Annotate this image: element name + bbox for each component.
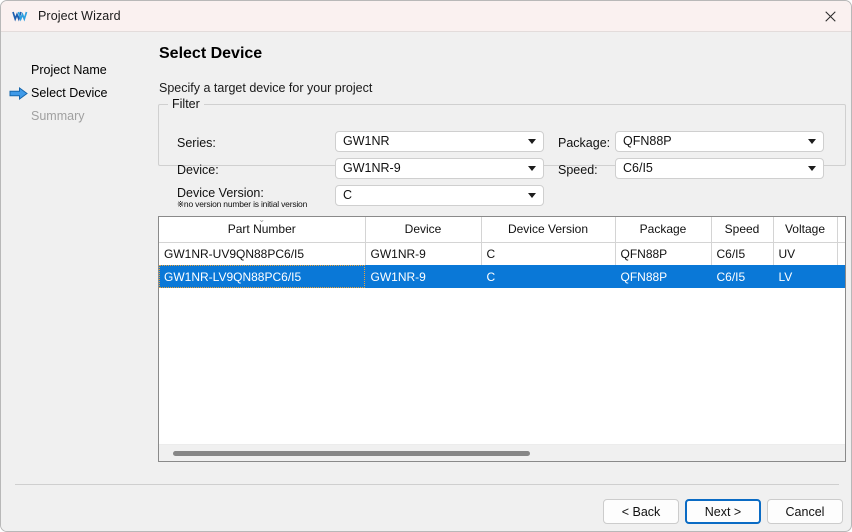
device-table[interactable]: ⌄ Part Number Device Device Version Pack… [158, 216, 846, 462]
column-header-package[interactable]: Package [615, 217, 712, 243]
chevron-down-icon [801, 158, 823, 179]
sidebar-item-select-device[interactable]: Select Device [31, 84, 107, 103]
sidebar-item-label: Select Device [31, 86, 108, 100]
series-value: GW1NR [343, 134, 390, 148]
wizard-steps-sidebar: Project Name Select Device Summary [1, 32, 151, 531]
package-value: QFN88P [623, 134, 672, 148]
column-header-device[interactable]: Device [365, 217, 482, 243]
series-combobox[interactable]: GW1NR [335, 131, 544, 152]
cell-speed[interactable]: C6/I5 [711, 265, 774, 288]
cancel-button-label: Cancel [785, 504, 825, 519]
sidebar-item-label: Project Name [31, 63, 107, 77]
column-header-label: Speed [724, 222, 760, 237]
table-header-row: ⌄ Part Number Device Device Version Pack… [159, 216, 845, 243]
column-header-speed[interactable]: Speed [711, 217, 774, 243]
cell-device[interactable]: GW1NR-9 [365, 265, 482, 288]
chevron-down-icon [521, 185, 543, 206]
device-value: GW1NR-9 [343, 161, 401, 175]
back-button[interactable]: < Back [603, 499, 679, 524]
device-label: Device: [177, 163, 219, 177]
column-header-device-version[interactable]: Device Version [481, 217, 616, 243]
arrow-right-icon [9, 87, 28, 100]
next-button-label: Next > [704, 504, 742, 519]
device-version-value: C [343, 188, 353, 202]
series-label: Series: [177, 136, 216, 150]
cell-voltage[interactable]: UV [773, 242, 838, 265]
gowin-logo-icon [11, 7, 29, 25]
table-empty-area [159, 290, 845, 445]
column-header-label: Device [404, 222, 442, 237]
column-header-label: Package [639, 222, 687, 237]
content-pane: Select Device Specify a target device fo… [151, 32, 851, 531]
cell-blank[interactable] [837, 265, 845, 288]
close-icon[interactable] [807, 1, 851, 31]
cell-blank[interactable] [837, 242, 845, 265]
column-header-label: Voltage [784, 222, 826, 237]
table-row[interactable]: GW1NR-UV9QN88PC6/I5 GW1NR-9 C QFN88P C6/… [159, 242, 845, 265]
cell-voltage[interactable]: LV [773, 265, 838, 288]
next-button[interactable]: Next > [685, 499, 761, 524]
chevron-down-icon [801, 131, 823, 152]
filter-group-legend: Filter [168, 97, 204, 111]
sidebar-item-label: Summary [31, 109, 85, 123]
cell-device-version[interactable]: C [481, 265, 616, 288]
project-wizard-window: Project Wizard Project Name Select Devic… [0, 0, 852, 532]
cell-part-number[interactable]: GW1NR-UV9QN88PC6/I5 [159, 242, 366, 265]
sidebar-item-summary: Summary [31, 107, 84, 126]
cancel-button[interactable]: Cancel [767, 499, 843, 524]
column-header-part-number[interactable]: ⌄ Part Number [159, 216, 366, 243]
chevron-down-icon [521, 131, 543, 152]
device-version-combobox[interactable]: C [335, 185, 544, 206]
page-title: Select Device [159, 45, 263, 62]
cell-package[interactable]: QFN88P [615, 242, 712, 265]
chevron-down-icon [521, 158, 543, 179]
title-bar: Project Wizard [1, 1, 851, 32]
cell-device[interactable]: GW1NR-9 [365, 242, 482, 265]
table-horizontal-scrollbar[interactable] [159, 444, 845, 461]
device-combobox[interactable]: GW1NR-9 [335, 158, 544, 179]
device-version-note: ※no version number is initial version [177, 199, 308, 209]
filter-group: Filter Series: GW1NR Device: GW1NR-9 Dev… [158, 97, 846, 209]
package-combobox[interactable]: QFN88P [615, 131, 824, 152]
sort-indicator-icon: ⌄ [258, 216, 266, 224]
cell-speed[interactable]: C6/I5 [711, 242, 774, 265]
page-subtitle: Specify a target device for your project [159, 81, 373, 95]
back-button-label: < Back [621, 504, 661, 519]
scrollbar-thumb[interactable] [173, 451, 530, 456]
package-label: Package: [558, 136, 611, 150]
cell-package[interactable]: QFN88P [615, 265, 712, 288]
table-row[interactable]: GW1NR-LV9QN88PC6/I5 GW1NR-9 C QFN88P C6/… [159, 265, 845, 288]
column-header-blank[interactable] [837, 217, 845, 243]
speed-value: C6/I5 [623, 161, 653, 175]
speed-combobox[interactable]: C6/I5 [615, 158, 824, 179]
footer-separator [15, 484, 839, 485]
window-title: Project Wizard [38, 9, 121, 23]
cell-device-version[interactable]: C [481, 242, 616, 265]
column-header-label: Device Version [507, 222, 589, 237]
cell-part-number[interactable]: GW1NR-LV9QN88PC6/I5 [159, 265, 366, 288]
speed-label: Speed: [558, 163, 598, 177]
column-header-voltage[interactable]: Voltage [773, 217, 838, 243]
sidebar-item-project-name[interactable]: Project Name [31, 61, 107, 80]
device-version-label: Device Version: [177, 186, 264, 200]
column-header-label: Part Number [227, 222, 296, 237]
